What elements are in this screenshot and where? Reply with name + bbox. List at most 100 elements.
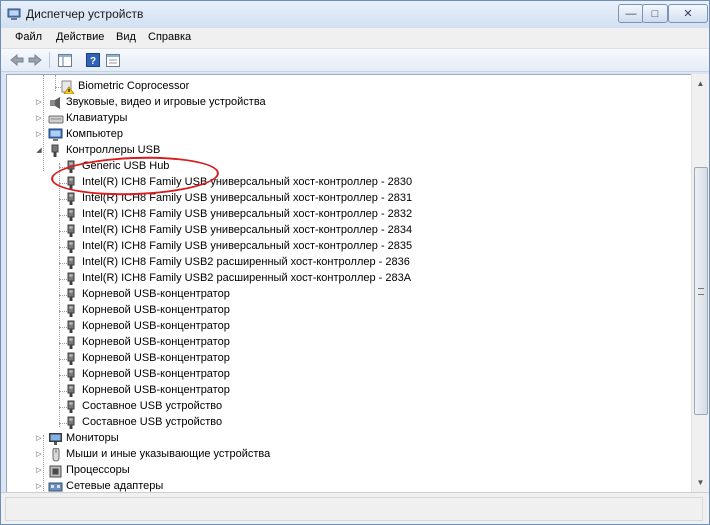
status-bar — [1, 492, 709, 524]
tree-category[interactable]: ▷ Компьютер — [7, 127, 691, 143]
device-manager-window: Диспетчер устройств — □ ✕ Файл Действие … — [0, 0, 710, 525]
expand-arrow-icon[interactable]: ▷ — [35, 467, 43, 475]
tree-item[interactable]: Biometric Coprocessor — [7, 79, 691, 95]
arrow-down-icon: ▼ — [696, 477, 705, 487]
menu-action[interactable]: Действие — [56, 31, 104, 43]
properties-icon — [106, 53, 120, 67]
vertical-scrollbar[interactable]: ▲ ▼ — [691, 74, 709, 492]
tree-item[interactable]: Корневой USB-концентратор — [7, 383, 691, 399]
help-icon: ? — [86, 53, 100, 67]
tree-item[interactable]: Составное USB устройство — [7, 415, 691, 431]
monitor-icon — [49, 433, 62, 445]
device-manager-app-icon — [7, 8, 21, 20]
scroll-down-button[interactable]: ▼ — [693, 474, 708, 490]
expand-arrow-icon[interactable]: ▷ — [35, 435, 43, 443]
tree-item-label: Составное USB устройство — [82, 416, 223, 428]
tree-item-label: Мыши и иные указывающие устройства — [66, 448, 271, 460]
tree-category[interactable]: ▷ Звуковые, видео и игровые устройства — [7, 95, 691, 111]
usb-plug-icon — [67, 240, 75, 253]
minimize-button[interactable]: — — [618, 4, 644, 23]
scroll-thumb[interactable] — [694, 167, 708, 415]
tree-item-label: Intel(R) ICH8 Family USB универсальный х… — [82, 192, 413, 204]
tree-item[interactable]: Intel(R) ICH8 Family USB2 расширенный хо… — [7, 271, 691, 287]
usb-plug-icon — [67, 272, 75, 285]
usb-icon — [51, 144, 59, 157]
tree-category[interactable]: ▷ Мыши и иные указывающие устройства — [7, 447, 691, 463]
tree-category[interactable]: ▷ Мониторы — [7, 431, 691, 447]
tree-item[interactable]: Корневой USB-концентратор — [7, 287, 691, 303]
back-button[interactable] — [9, 52, 25, 68]
tree-item[interactable]: Generic USB Hub — [7, 159, 691, 175]
tree-item[interactable]: Intel(R) ICH8 Family USB2 расширенный хо… — [7, 255, 691, 271]
toolbar: ? — [1, 49, 709, 72]
usb-plug-icon — [67, 176, 75, 189]
tree-item-label: Корневой USB-концентратор — [82, 352, 230, 364]
tree-item-label: Biometric Coprocessor — [78, 80, 190, 92]
tree-item[interactable]: Intel(R) ICH8 Family USB универсальный х… — [7, 175, 691, 191]
properties-button[interactable] — [105, 52, 121, 68]
usb-plug-icon — [67, 256, 75, 269]
minimize-icon: — — [625, 7, 637, 20]
menu-file[interactable]: Файл — [15, 31, 42, 43]
collapse-arrow-icon[interactable]: ◢ — [35, 147, 43, 155]
tree-item-label: Intel(R) ICH8 Family USB2 расширенный хо… — [82, 256, 410, 268]
tree-item-label: Корневой USB-концентратор — [82, 304, 230, 316]
expand-arrow-icon[interactable]: ▷ — [35, 483, 43, 491]
scroll-up-button[interactable]: ▲ — [693, 75, 708, 91]
tree-item-label: Звуковые, видео и игровые устройства — [66, 96, 266, 108]
usb-plug-icon — [67, 208, 75, 221]
show-hide-tree-button[interactable] — [57, 52, 73, 68]
tree-item[interactable]: Составное USB устройство — [7, 399, 691, 415]
show-hide-tree-icon — [58, 53, 72, 67]
tree-item-label: Корневой USB-концентратор — [82, 368, 230, 380]
tree-item-label: Intel(R) ICH8 Family USB универсальный х… — [82, 208, 413, 220]
forward-button[interactable] — [27, 52, 43, 68]
tree-category[interactable]: ▷ Клавиатуры — [7, 111, 691, 127]
keyboard-icon — [48, 115, 64, 124]
tree-item-label: Generic USB Hub — [82, 160, 170, 172]
cpu-icon — [49, 465, 62, 478]
help-button[interactable]: ? — [85, 52, 101, 68]
device-tree[interactable]: Biometric Coprocessor ▷ Звуковые, видео и … — [6, 74, 692, 493]
usb-plug-icon — [67, 368, 75, 381]
tree-category[interactable]: ◢ Контроллеры USB — [7, 143, 691, 159]
close-button[interactable]: ✕ — [668, 4, 708, 23]
tree-item-label: Клавиатуры — [66, 112, 128, 124]
usb-plug-icon — [67, 336, 75, 349]
tree-item-label: Intel(R) ICH8 Family USB универсальный х… — [82, 176, 413, 188]
usb-plug-icon — [67, 320, 75, 333]
grip-icon — [698, 288, 704, 295]
expand-arrow-icon[interactable]: ▷ — [35, 115, 43, 123]
tree-category[interactable]: ▷ Процессоры — [7, 463, 691, 479]
menu-help[interactable]: Справка — [148, 31, 191, 43]
tree-item[interactable]: Корневой USB-концентратор — [7, 335, 691, 351]
tree-item[interactable]: Intel(R) ICH8 Family USB универсальный х… — [7, 207, 691, 223]
computer-icon — [48, 128, 63, 141]
usb-plug-icon — [67, 304, 75, 317]
title-bar[interactable]: Диспетчер устройств — □ ✕ — [1, 1, 709, 28]
tree-category[interactable]: ▷ Сетевые адаптеры — [7, 479, 691, 492]
status-pane — [5, 497, 703, 521]
maximize-icon: □ — [651, 7, 659, 20]
close-icon: ✕ — [683, 8, 693, 20]
tree-item-label: Корневой USB-концентратор — [82, 336, 230, 348]
forward-icon — [28, 54, 42, 66]
expand-arrow-icon[interactable]: ▷ — [35, 99, 43, 107]
speaker-icon — [50, 97, 60, 109]
tree-item[interactable]: Intel(R) ICH8 Family USB универсальный х… — [7, 191, 691, 207]
tree-item-label: Intel(R) ICH8 Family USB2 расширенный хо… — [82, 272, 412, 284]
expand-arrow-icon[interactable]: ▷ — [35, 451, 43, 459]
tree-item-label: Мониторы — [66, 432, 119, 444]
tree-item[interactable]: Корневой USB-концентратор — [7, 351, 691, 367]
tree-item[interactable]: Intel(R) ICH8 Family USB универсальный х… — [7, 239, 691, 255]
expand-arrow-icon[interactable]: ▷ — [35, 131, 43, 139]
usb-plug-icon — [67, 352, 75, 365]
tree-item[interactable]: Корневой USB-концентратор — [7, 319, 691, 335]
tree-item[interactable]: Intel(R) ICH8 Family USB универсальный х… — [7, 223, 691, 239]
menu-bar: Файл Действие Вид Справка — [1, 28, 709, 49]
tree-item[interactable]: Корневой USB-концентратор — [7, 367, 691, 383]
arrow-up-icon: ▲ — [696, 78, 705, 88]
tree-item[interactable]: Корневой USB-концентратор — [7, 303, 691, 319]
maximize-button[interactable]: □ — [642, 4, 668, 23]
menu-view[interactable]: Вид — [116, 31, 136, 43]
